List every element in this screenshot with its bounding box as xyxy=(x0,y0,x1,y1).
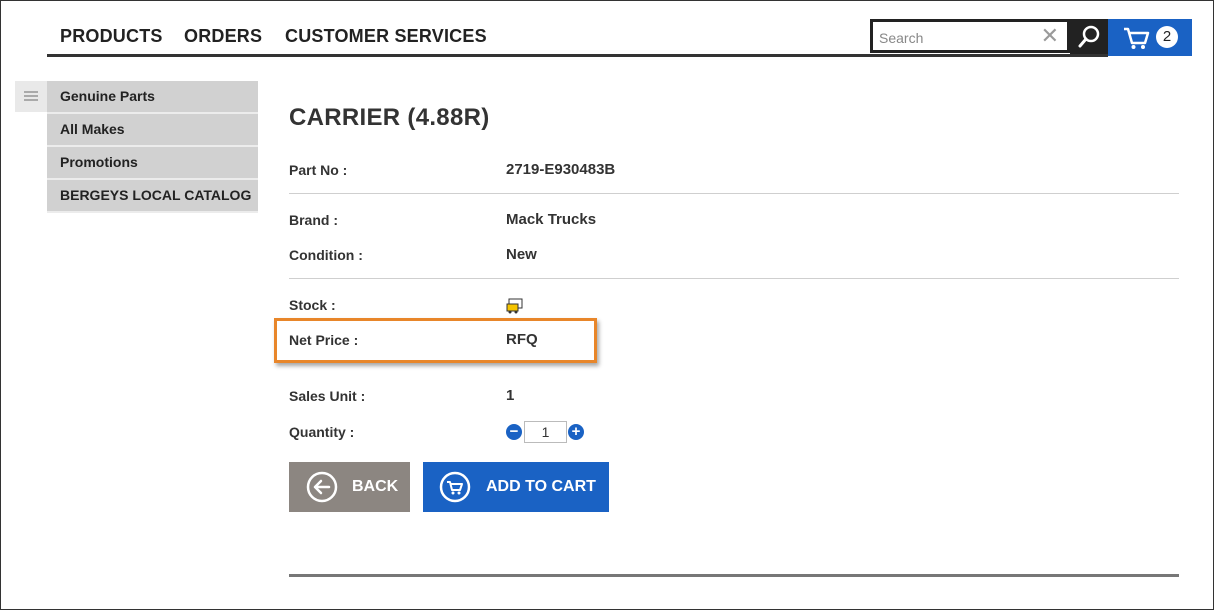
cart-count-badge: 2 xyxy=(1156,26,1178,48)
sidebar-item-promotions[interactable]: Promotions xyxy=(47,147,258,180)
search-input[interactable] xyxy=(877,26,1041,50)
cart-icon xyxy=(1124,27,1150,49)
search-box: ✕ xyxy=(870,19,1070,53)
close-icon[interactable]: ✕ xyxy=(1041,25,1059,47)
condition-value: New xyxy=(506,246,537,263)
search-button[interactable] xyxy=(1070,19,1108,54)
stock-label: Stock : xyxy=(289,297,336,313)
part-no-value: 2719-E930483B xyxy=(506,161,616,178)
sidebar-item-all-makes[interactable]: All Makes xyxy=(47,114,258,147)
quantity-increase-button[interactable]: + xyxy=(568,424,584,440)
sidebar-item-bergeys-local-catalog[interactable]: BERGEYS LOCAL CATALOG xyxy=(47,180,258,213)
product-title: CARRIER (4.88R) xyxy=(289,104,490,131)
brand-value: Mack Trucks xyxy=(506,211,597,228)
sidebar-menu: Genuine Parts All Makes Promotions BERGE… xyxy=(47,81,258,213)
nav-orders[interactable]: ORDERS xyxy=(184,26,262,47)
back-arrow-icon xyxy=(306,471,338,503)
bottom-divider xyxy=(289,574,1179,577)
nav-customer-services[interactable]: CUSTOMER SERVICES xyxy=(285,26,487,47)
sidebar-toggle[interactable] xyxy=(15,81,47,112)
quantity-stepper[interactable] xyxy=(524,421,567,443)
condition-label: Condition : xyxy=(289,247,363,263)
quantity-decrease-button[interactable]: − xyxy=(506,424,522,440)
part-no-label: Part No : xyxy=(289,162,348,178)
hamburger-icon xyxy=(24,91,38,101)
add-to-cart-label: ADD TO CART xyxy=(486,478,596,495)
quantity-label: Quantity : xyxy=(289,424,355,440)
brand-label: Brand : xyxy=(289,212,338,228)
back-button-label: BACK xyxy=(352,478,399,495)
nav-products[interactable]: PRODUCTS xyxy=(60,26,163,47)
add-to-cart-button[interactable]: ADD TO CART xyxy=(423,462,609,512)
sales-unit-label: Sales Unit : xyxy=(289,388,366,404)
divider xyxy=(289,193,1179,194)
sales-unit-value: 1 xyxy=(506,387,515,404)
search-icon xyxy=(1078,25,1100,48)
net-price-label: Net Price : xyxy=(289,332,359,348)
net-price-value: RFQ xyxy=(506,331,538,348)
add-cart-icon xyxy=(439,471,471,503)
cart-button[interactable]: 2 xyxy=(1108,19,1192,56)
sidebar-item-genuine-parts[interactable]: Genuine Parts xyxy=(47,81,258,114)
back-button[interactable]: BACK xyxy=(289,462,410,512)
stock-truck-icon xyxy=(506,298,523,314)
divider xyxy=(289,278,1179,279)
